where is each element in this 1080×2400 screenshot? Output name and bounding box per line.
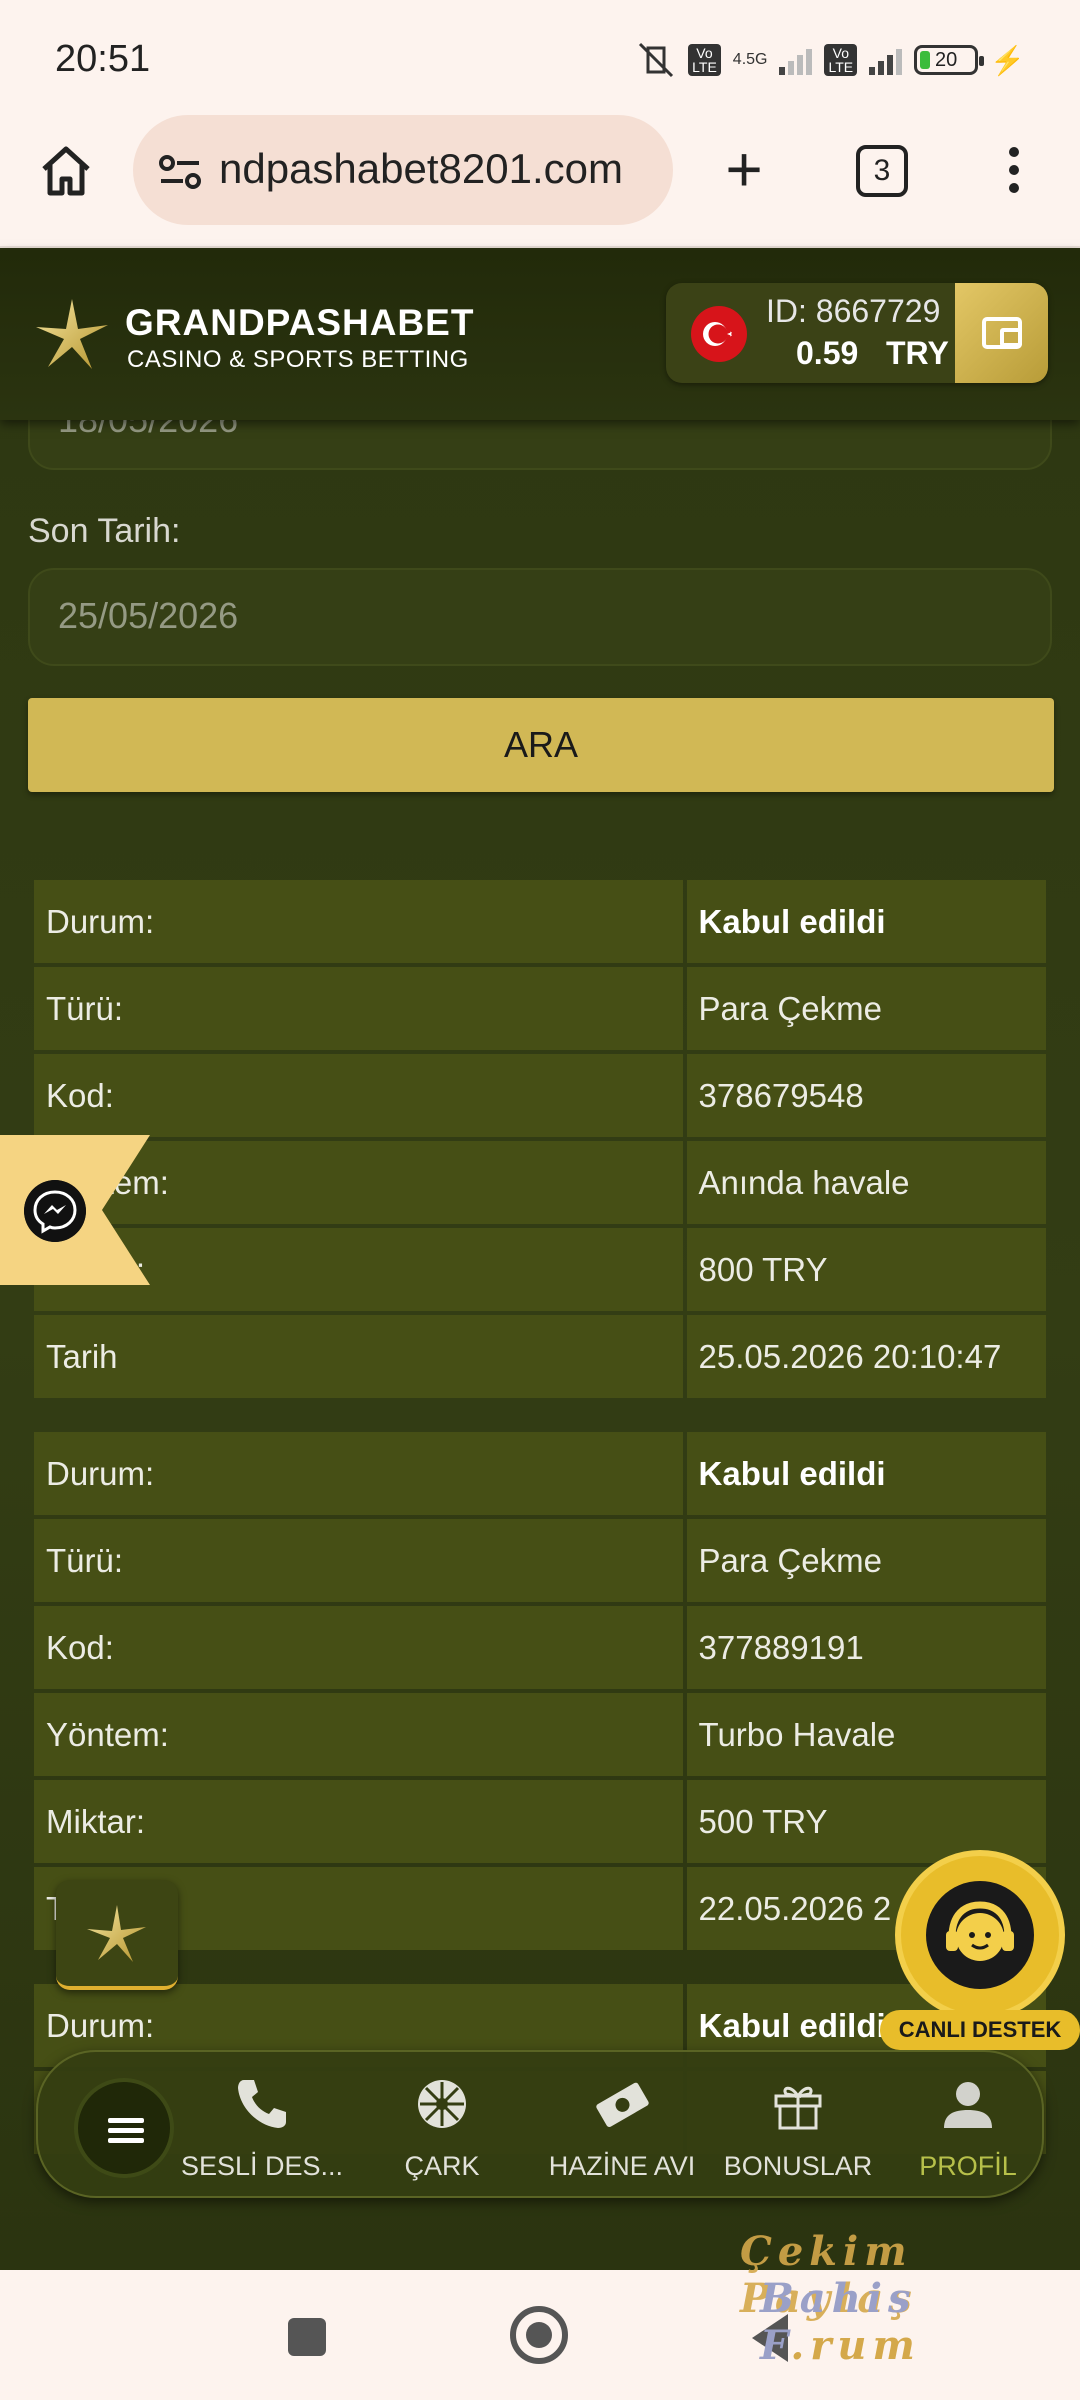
- nav-label: BONUSLAR: [723, 2151, 873, 2181]
- promo-star-button[interactable]: [56, 1880, 178, 1990]
- table-row: Durum: Kabul edildi: [34, 880, 1046, 963]
- transaction-card-1: Durum: Kabul edildi Türü: Para Çekme Kod: 3…: [30, 876, 1050, 1402]
- recents-button[interactable]: [288, 2318, 326, 2356]
- site-settings-icon[interactable]: [155, 147, 205, 197]
- turkey-flag-icon: [691, 306, 747, 362]
- row-key: Yöntem:: [34, 1693, 683, 1776]
- volte-icon-2: Vo LTE: [824, 44, 858, 76]
- row-value: Para Çekme: [686, 1519, 1046, 1602]
- address-bar[interactable]: ndpashabet8201.com: [133, 115, 673, 225]
- row-key: Tarih: [34, 1315, 683, 1398]
- table-row: Miktar:800 TRY: [34, 1228, 1046, 1311]
- status-value: Kabul edildi: [686, 880, 1046, 963]
- row-value: 377889191: [686, 1606, 1046, 1689]
- nav-item-sesli-destek[interactable]: SESLİ DES...: [172, 2072, 352, 2182]
- watermark-line-2: Bahis F.rum: [760, 2275, 1080, 2369]
- battery-level: 20: [935, 48, 958, 71]
- user-icon: [944, 2082, 992, 2128]
- live-support-button[interactable]: CANLI DESTEK: [880, 1850, 1080, 2050]
- status-value: Kabul edildi: [686, 1432, 1046, 1515]
- table-row: Türü: Para Çekme: [34, 1519, 1046, 1602]
- messenger-icon[interactable]: [24, 1180, 86, 1242]
- network-type-label: 4.5G: [732, 51, 768, 68]
- logo-star-icon[interactable]: [34, 297, 110, 373]
- row-key: Kod:: [34, 1606, 683, 1689]
- end-date-input[interactable]: 25/05/2026: [28, 568, 1052, 666]
- nav-label: HAZİNE AVI: [548, 2151, 696, 2181]
- row-value: Para Çekme: [686, 967, 1046, 1050]
- table-row: Tarih 25.05.2026 20:10:47: [34, 1315, 1046, 1398]
- nav-label: PROFİL: [919, 2151, 1017, 2181]
- row-value: Anında havale: [686, 1141, 1046, 1224]
- live-support-label: CANLI DESTEK: [880, 2010, 1080, 2050]
- account-widget[interactable]: ID: 8667729 0.59 TRY: [666, 283, 1048, 383]
- home-icon[interactable]: [38, 143, 94, 199]
- vibrate-off-icon: [639, 42, 674, 78]
- row-key: Türü:: [34, 1519, 683, 1602]
- account-id: ID: 8667729: [766, 293, 941, 329]
- watermark-part-b: .rum: [790, 2322, 921, 2369]
- account-currency: TRY: [886, 335, 949, 371]
- volte-icon: Vo LTE: [688, 44, 721, 76]
- money-icon: [596, 2082, 649, 2128]
- row-value: 378679548: [686, 1054, 1046, 1137]
- table-row: Türü: Para Çekme: [34, 967, 1046, 1050]
- table-row: Kod: 377889191: [34, 1606, 1046, 1689]
- row-key: Durum:: [34, 880, 683, 963]
- row-value: 25.05.2026 20:10:47: [686, 1315, 1046, 1398]
- signal-icon: [779, 45, 813, 75]
- status-bar: 20:51 Vo LTE 4.5G Vo LTE 20 ⚡: [0, 0, 1080, 115]
- row-value: 800 TRY: [686, 1228, 1046, 1311]
- site-header: GRANDPASHABET CASINO & SPORTS BETTING ID…: [0, 250, 1080, 420]
- table-row: Durum: Kabul edildi: [34, 1432, 1046, 1515]
- nav-label: ÇARK: [404, 2151, 480, 2181]
- row-key: Kod:: [34, 1054, 683, 1137]
- star-icon: [87, 1905, 146, 1962]
- nav-label: SESLİ DES...: [180, 2151, 344, 2181]
- headset-agent-icon: [926, 1881, 1034, 1989]
- brand-name[interactable]: GRANDPASHABET: [125, 302, 474, 344]
- search-button[interactable]: ARA: [28, 698, 1054, 792]
- end-date-label: Son Tarih:: [28, 512, 181, 550]
- url-text[interactable]: ndpashabet8201.com: [219, 145, 659, 193]
- tab-switcher-button[interactable]: 3: [856, 145, 908, 197]
- bottom-navigation: SESLİ DES... ÇARK HAZİNE AVI BONUSLAR PR…: [36, 2050, 1044, 2198]
- nav-item-bonuslar[interactable]: BONUSLAR: [708, 2072, 888, 2182]
- new-tab-button[interactable]: +: [716, 137, 772, 201]
- status-icons: Vo LTE 4.5G Vo LTE 20 ⚡: [636, 40, 1025, 80]
- battery-icon: 20: [914, 45, 985, 75]
- table-row: Yöntem: Turbo Havale: [34, 1693, 1046, 1776]
- row-key: Miktar:: [34, 1780, 683, 1863]
- status-time: 20:51: [55, 38, 151, 80]
- home-button[interactable]: [510, 2306, 568, 2364]
- gift-icon: [774, 2086, 822, 2130]
- nav-item-profil[interactable]: PROFİL: [878, 2072, 1058, 2182]
- phone-icon: [238, 2080, 286, 2128]
- browser-toolbar: ndpashabet8201.com + 3: [0, 115, 1080, 248]
- wheel-icon: [418, 2080, 466, 2128]
- signal-icon-2: [869, 45, 903, 75]
- row-key: Türü:: [34, 967, 683, 1050]
- account-balance: 0.59: [796, 335, 859, 371]
- wallet-icon: [982, 317, 1022, 349]
- nav-item-hazine-avi[interactable]: HAZİNE AVI: [532, 2072, 712, 2182]
- menu-button[interactable]: [74, 2078, 174, 2178]
- table-row: Yöntem:Anında havale: [34, 1141, 1046, 1224]
- row-key: Durum:: [34, 1432, 683, 1515]
- table-row: Kod: 378679548: [34, 1054, 1046, 1137]
- row-value: Turbo Havale: [686, 1693, 1046, 1776]
- nav-item-cark[interactable]: ÇARK: [352, 2072, 532, 2182]
- wallet-button[interactable]: [955, 283, 1048, 383]
- brand-tagline: CASINO & SPORTS BETTING: [127, 346, 469, 373]
- charging-icon: ⚡: [990, 44, 1025, 76]
- browser-menu-button[interactable]: [1000, 143, 1028, 199]
